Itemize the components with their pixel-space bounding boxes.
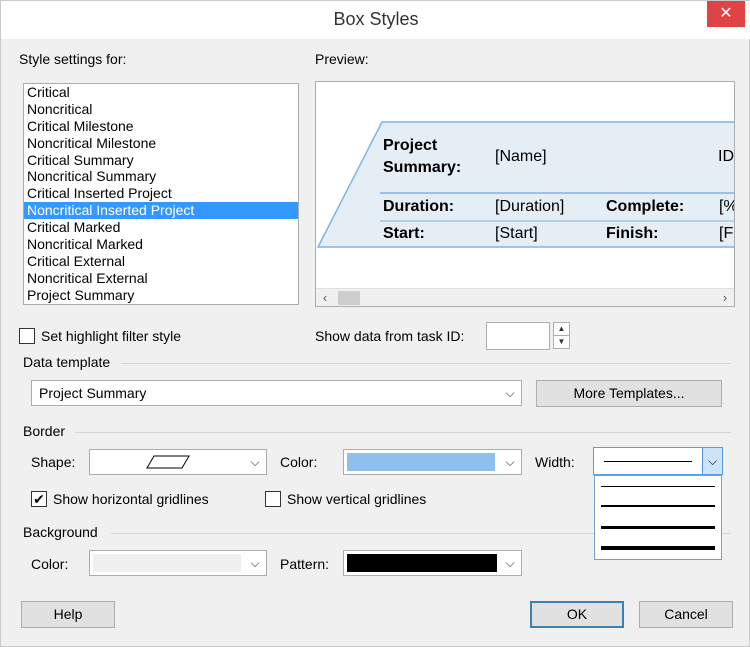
show-horizontal-gridlines-label: Show horizontal gridlines bbox=[53, 491, 209, 507]
data-template-group-label: Data template bbox=[23, 354, 111, 370]
style-list-item[interactable]: Noncritical Milestone bbox=[24, 135, 298, 152]
preview-pane: Project Summary: [Name] ID Duration: [Du… bbox=[315, 81, 735, 307]
preview-start-label: Start: bbox=[383, 225, 425, 242]
background-pattern-label: Pattern: bbox=[280, 556, 330, 572]
chevron-down-icon[interactable]: ⌵ bbox=[702, 448, 722, 474]
close-button[interactable]: ✕ bbox=[707, 1, 745, 27]
border-color-swatch bbox=[347, 453, 495, 471]
show-horizontal-gridlines-checkbox[interactable]: ✔ bbox=[31, 491, 47, 507]
task-id-input[interactable] bbox=[486, 322, 550, 350]
chevron-down-icon[interactable]: ⌵ bbox=[244, 551, 266, 575]
help-button[interactable]: Help bbox=[21, 601, 115, 628]
preview-id-field: ID bbox=[718, 148, 734, 165]
width-thin-line bbox=[604, 461, 692, 462]
border-shape-select[interactable]: ⌵ bbox=[89, 449, 267, 475]
data-template-divider bbox=[121, 363, 731, 364]
border-shape-label: Shape: bbox=[31, 454, 76, 470]
window-title: Box Styles bbox=[333, 9, 419, 29]
task-id-down-icon[interactable]: ▼ bbox=[553, 335, 570, 349]
chevron-down-icon[interactable]: ⌵ bbox=[244, 450, 266, 474]
preview-complete-field: [% bbox=[719, 198, 734, 215]
style-list-item[interactable]: Critical Inserted Project bbox=[24, 185, 298, 202]
preview-horizontal-scrollbar[interactable]: ‹ › bbox=[316, 288, 734, 306]
preview-project-label: Project bbox=[383, 137, 438, 154]
cancel-button[interactable]: Cancel bbox=[639, 601, 733, 628]
task-id-label: Show data from task ID: bbox=[315, 328, 465, 344]
style-list-item[interactable]: Critical Milestone bbox=[24, 118, 298, 135]
title-bar: Box Styles ✕ bbox=[1, 1, 750, 39]
scroll-left-icon[interactable]: ‹ bbox=[316, 289, 334, 306]
background-pattern-swatch bbox=[347, 554, 497, 572]
scroll-right-icon[interactable]: › bbox=[716, 289, 734, 306]
style-list-item[interactable]: Critical Marked bbox=[24, 219, 298, 236]
width-option-1[interactable] bbox=[601, 486, 715, 487]
preview-finish-field: [Fi bbox=[719, 225, 734, 242]
style-list-item[interactable]: Noncritical bbox=[24, 101, 298, 118]
preview-name-field: [Name] bbox=[495, 148, 547, 165]
preview-label: Preview: bbox=[315, 51, 369, 67]
highlight-filter-checkbox[interactable] bbox=[19, 328, 35, 344]
parallelogram-shape-icon bbox=[146, 455, 190, 469]
preview-summary-label: Summary: bbox=[383, 159, 462, 176]
width-option-2[interactable] bbox=[601, 505, 715, 507]
preview-duration-label: Duration: bbox=[383, 198, 455, 215]
data-template-select[interactable]: Project Summary ⌵ bbox=[31, 380, 522, 406]
border-width-dropdown-list[interactable] bbox=[594, 475, 722, 560]
preview-complete-label: Complete: bbox=[606, 198, 685, 215]
border-width-select[interactable]: ⌵ bbox=[593, 447, 723, 475]
data-template-value: Project Summary bbox=[39, 385, 147, 401]
style-list-item[interactable]: Noncritical External bbox=[24, 270, 298, 287]
preview-start-field: [Start] bbox=[495, 225, 538, 242]
show-vertical-gridlines-label: Show vertical gridlines bbox=[287, 491, 427, 507]
more-templates-button[interactable]: More Templates... bbox=[536, 380, 722, 407]
style-settings-list[interactable]: Critical Noncritical Critical Milestone Non… bbox=[23, 83, 299, 305]
preview-box-shape bbox=[316, 121, 734, 248]
style-list-item[interactable]: Project Summary bbox=[24, 287, 298, 304]
style-list-item[interactable]: Noncritical Marked bbox=[24, 236, 298, 253]
width-option-4[interactable] bbox=[601, 546, 715, 550]
background-color-select[interactable]: ⌵ bbox=[89, 550, 267, 576]
border-width-label: Width: bbox=[535, 454, 575, 470]
box-styles-dialog: Box Styles ✕ Style settings for: Critica… bbox=[0, 0, 750, 647]
chevron-down-icon[interactable]: ⌵ bbox=[499, 450, 521, 474]
ok-button[interactable]: OK bbox=[530, 601, 624, 628]
border-color-label: Color: bbox=[280, 454, 318, 470]
border-group-label: Border bbox=[23, 423, 66, 439]
chevron-down-icon[interactable]: ⌵ bbox=[499, 551, 521, 575]
width-option-3[interactable] bbox=[601, 526, 715, 529]
style-list-item[interactable]: Noncritical Inserted Project bbox=[24, 202, 298, 220]
style-list-item[interactable]: Noncritical Summary bbox=[24, 168, 298, 185]
style-settings-label: Style settings for: bbox=[19, 51, 127, 67]
chevron-down-icon[interactable]: ⌵ bbox=[499, 381, 521, 405]
preview-finish-label: Finish: bbox=[606, 225, 659, 242]
background-color-label: Color: bbox=[31, 556, 69, 572]
border-divider bbox=[75, 432, 731, 433]
highlight-filter-label: Set highlight filter style bbox=[41, 328, 182, 344]
border-color-select[interactable]: ⌵ bbox=[343, 449, 522, 475]
background-group-label: Background bbox=[23, 524, 98, 540]
background-color-swatch bbox=[93, 554, 241, 572]
background-pattern-select[interactable]: ⌵ bbox=[343, 550, 522, 576]
scroll-thumb[interactable] bbox=[338, 291, 360, 305]
style-list-item[interactable]: Critical Summary bbox=[24, 152, 298, 169]
preview-duration-field: [Duration] bbox=[495, 198, 565, 215]
style-list-item[interactable]: Critical External bbox=[24, 253, 298, 270]
show-vertical-gridlines-checkbox[interactable] bbox=[265, 491, 281, 507]
task-id-up-icon[interactable]: ▲ bbox=[553, 322, 570, 336]
style-list-item[interactable]: Critical bbox=[24, 84, 298, 101]
